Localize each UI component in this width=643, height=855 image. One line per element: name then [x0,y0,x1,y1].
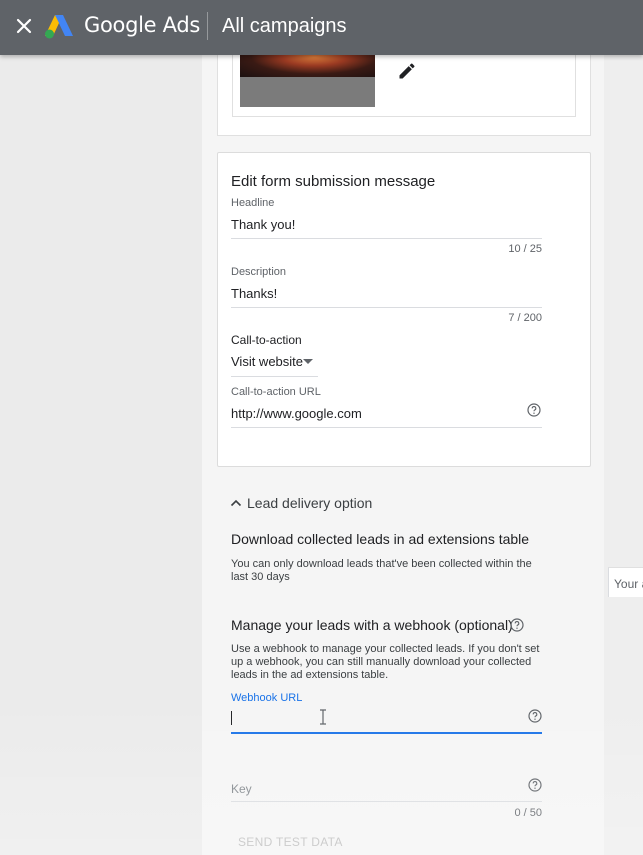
description-underline [231,307,542,308]
key-help-icon[interactable] [528,778,542,792]
webhook-url-help-icon[interactable] [528,709,542,723]
webhook-title: Manage your leads with a webhook (option… [231,617,513,633]
cta-selected-value: Visit website [231,354,304,369]
close-icon[interactable] [12,14,36,38]
webhook-url-underline [231,732,542,734]
dropdown-arrow-icon[interactable] [303,359,313,364]
google-ads-logo-icon [45,15,73,39]
ibeam-cursor-icon [320,709,326,725]
download-leads-text: You can only download leads that've been… [231,558,532,583]
topbar-divider [207,12,208,40]
cta-url-label: Call-to-action URL [231,386,321,398]
description-counter: 7 / 200 [508,312,542,324]
cta-label: Call-to-action [231,333,302,347]
key-input[interactable] [231,775,542,802]
help-icon[interactable] [527,403,541,417]
page-title: All campaigns [222,15,347,37]
cta-underline [231,376,318,377]
headline-underline [231,238,542,239]
download-leads-title: Download collected leads in ad extension… [231,531,530,547]
cta-url-underline [231,427,542,428]
side-panel-peek-text: Your a [614,577,643,591]
cta-url-input[interactable]: http://www.google.com [231,406,362,421]
headline-label: Headline [231,197,275,209]
key-placeholder: Key [231,782,252,796]
description-label: Description [231,266,287,278]
thumbnail-placeholder [240,77,375,107]
webhook-url-input[interactable] [231,705,542,733]
side-panel-peek[interactable]: Your a [608,567,643,597]
headline-input[interactable]: Thank you! [231,217,295,232]
pencil-icon[interactable] [397,61,417,81]
headline-counter: 10 / 25 [508,243,542,255]
card-title: Edit form submission message [231,173,436,190]
right-panel [604,55,643,855]
text-cursor [231,711,232,725]
webhook-description: Use a webhook to manage your collected l… [231,643,540,681]
webhook-help-icon[interactable] [510,618,524,632]
key-underline [231,801,542,802]
key-counter: 0 / 50 [514,807,542,819]
brand-name: Google Ads [84,13,200,37]
description-input[interactable]: Thanks! [231,286,277,301]
thumbnail-photo [240,55,375,77]
background-image-thumbnail[interactable] [240,55,375,107]
top-app-bar: Google Ads All campaigns [0,0,643,55]
send-test-data-button[interactable]: SEND TEST DATA [230,831,351,853]
webhook-url-label: Webhook URL [231,692,303,704]
chevron-up-icon[interactable] [229,496,243,510]
lead-delivery-label[interactable]: Lead delivery option [247,495,372,511]
